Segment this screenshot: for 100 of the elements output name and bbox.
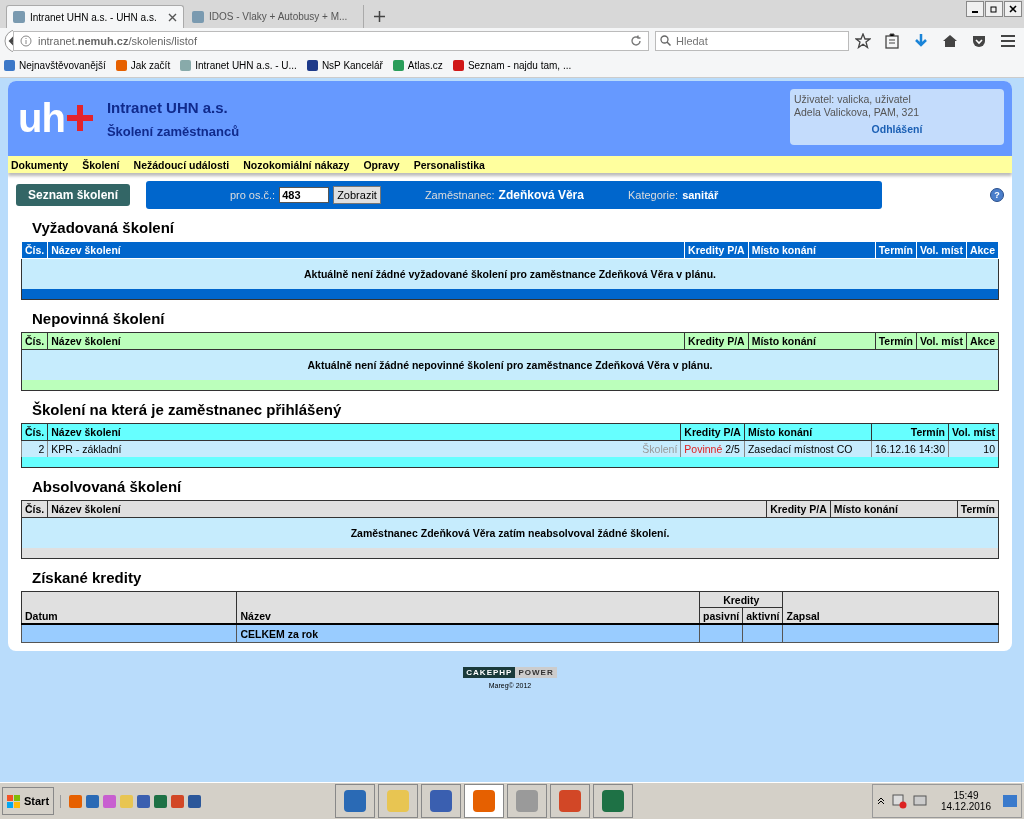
taskbar-button[interactable] xyxy=(593,784,634,818)
site-subtitle: Školení zaměstnanců xyxy=(106,124,240,139)
taskbar-button[interactable] xyxy=(378,784,419,818)
minimize-button[interactable] xyxy=(966,1,984,17)
app-icon[interactable] xyxy=(69,794,83,808)
column-header: Čís. xyxy=(21,423,48,441)
section-title: Absolvovaná školení xyxy=(32,478,183,495)
reload-icon[interactable] xyxy=(630,35,642,47)
app-icon[interactable] xyxy=(86,794,100,808)
help-icon[interactable]: ? xyxy=(990,188,1004,202)
close-button[interactable] xyxy=(1004,1,1022,17)
bookmark-link[interactable]: NsP Kancelář xyxy=(306,60,383,71)
taskbar-button[interactable] xyxy=(550,784,591,818)
pocket-icon[interactable] xyxy=(971,33,987,49)
bookmark-link[interactable]: Jak začít xyxy=(115,60,171,71)
taskbar-button[interactable] xyxy=(464,784,505,818)
column-header: Místo konání xyxy=(748,241,876,259)
column-header: Termín xyxy=(957,500,999,518)
taskbar-button[interactable] xyxy=(507,784,548,818)
credit-value: 2/5 xyxy=(725,443,740,455)
category-label: Kategorie: xyxy=(627,189,679,201)
empty-message: Aktuálně není žádné nepovinné školení pro zaměstnance Zdeňková Věra v plánu. xyxy=(21,349,999,380)
menu-item[interactable]: Nežádoucí události xyxy=(133,158,230,171)
network-icon[interactable] xyxy=(890,793,907,809)
menu-item[interactable]: Nozokomiální nákazy xyxy=(243,158,350,171)
site-title: Intranet UHN a.s. xyxy=(106,99,229,116)
employee-label: Zaměstnanec: xyxy=(424,189,495,201)
windows-logo-icon xyxy=(7,794,21,808)
training-name: KPR - základní xyxy=(51,443,122,455)
table-cell: CELKEM za rok xyxy=(237,624,700,643)
column-header: Vol. míst xyxy=(948,423,999,441)
column-header: Kredity P/A xyxy=(684,241,749,259)
bookmark-link[interactable]: Seznam - najdu tam, ... xyxy=(452,60,572,71)
column-header: Čís. xyxy=(21,332,48,350)
section-title: Nepovinná školení xyxy=(32,310,166,327)
column-header: Místo konání xyxy=(830,500,958,518)
download-icon[interactable] xyxy=(913,33,929,49)
column-header: Kredity P/A xyxy=(766,500,831,518)
number-input[interactable]: 483 xyxy=(279,187,330,203)
menu-item[interactable]: Opravy xyxy=(363,158,400,171)
empty-message: Aktuálně není žádné vyžadované školení pro zaměstnance Zdeňková Věra v plánu. xyxy=(21,258,999,289)
column-header: Kredity P/A xyxy=(684,332,749,350)
menu-icon[interactable] xyxy=(1000,33,1016,49)
taskbar-button[interactable] xyxy=(335,784,376,818)
column-header: Datum xyxy=(21,591,237,624)
clipboard-icon[interactable] xyxy=(884,33,900,49)
app-icon[interactable] xyxy=(171,794,185,808)
bookmark-link[interactable]: Atlas.cz xyxy=(392,60,443,71)
logout-link[interactable]: Odhlášení xyxy=(871,123,923,136)
start-button[interactable]: Start xyxy=(2,787,55,815)
app-icon[interactable] xyxy=(154,794,168,808)
show-button[interactable]: Zobrazit xyxy=(333,186,381,204)
page-icon xyxy=(13,11,25,23)
empty-message: Zaměstnanec Zdeňková Věra zatím neabsolvoval žádné školení. xyxy=(21,517,999,548)
credit-type: Povinné xyxy=(684,443,723,455)
bookmark-link[interactable]: Nejnavštěvovanější xyxy=(4,60,106,71)
section-title: Vyžadovaná školení xyxy=(32,219,175,236)
category-value: sanitář xyxy=(682,189,719,201)
search-field[interactable]: Hledat xyxy=(655,31,849,51)
column-header: Termín xyxy=(875,241,917,259)
training-list-button[interactable]: Seznam školení xyxy=(16,184,131,206)
app-icon[interactable] xyxy=(103,794,117,808)
column-header: Název školení xyxy=(47,332,685,350)
training-type: Školení xyxy=(642,443,678,455)
menu-item[interactable]: Školení xyxy=(82,158,120,171)
column-header: Čís. xyxy=(21,241,48,259)
browser-tab[interactable]: Intranet UHN a.s. - UHN a.s. xyxy=(6,5,184,28)
new-tab-icon[interactable] xyxy=(374,11,385,22)
number-label: pro os.č.: xyxy=(229,189,276,201)
user-info: Uživatel: valicka, uživatel xyxy=(794,93,912,106)
plus-logo-icon xyxy=(64,103,95,133)
column-header: Název školení xyxy=(47,241,685,259)
taskbar-button[interactable] xyxy=(421,784,462,818)
app-icon[interactable] xyxy=(188,794,202,808)
column-header: Vol. míst xyxy=(916,332,967,350)
menu-item[interactable]: Dokumenty xyxy=(11,158,69,171)
home-icon[interactable] xyxy=(942,33,958,49)
column-header: Název školení xyxy=(47,423,681,441)
column-header: Termín xyxy=(871,423,949,441)
menu-item[interactable]: Personalistika xyxy=(413,158,485,171)
restore-button[interactable] xyxy=(985,1,1003,17)
star-icon[interactable] xyxy=(855,33,871,49)
app-icon[interactable] xyxy=(137,794,151,808)
column-header: Kredity xyxy=(699,591,783,608)
column-header: Místo konání xyxy=(744,423,872,441)
column-header: Termín xyxy=(875,332,917,350)
close-icon[interactable] xyxy=(168,12,177,22)
user-info: Adela Valickova, PAM, 321 xyxy=(794,106,921,119)
column-header: Místo konání xyxy=(748,332,876,350)
section-title: Školení na která je zaměstnanec přihlášený xyxy=(32,401,343,418)
chevron-icon[interactable] xyxy=(876,797,885,805)
section-title: Získané kredity xyxy=(32,569,143,586)
column-header: Zapsal xyxy=(783,591,999,624)
column-header: Název xyxy=(237,591,700,624)
bookmark-link[interactable]: Intranet UHN a.s. - U... xyxy=(180,60,297,71)
page-icon xyxy=(192,10,204,23)
restore-icon xyxy=(990,5,998,13)
info-icon[interactable] xyxy=(20,35,32,47)
monitor-icon[interactable] xyxy=(912,793,929,809)
column-header: Akce xyxy=(966,332,999,350)
